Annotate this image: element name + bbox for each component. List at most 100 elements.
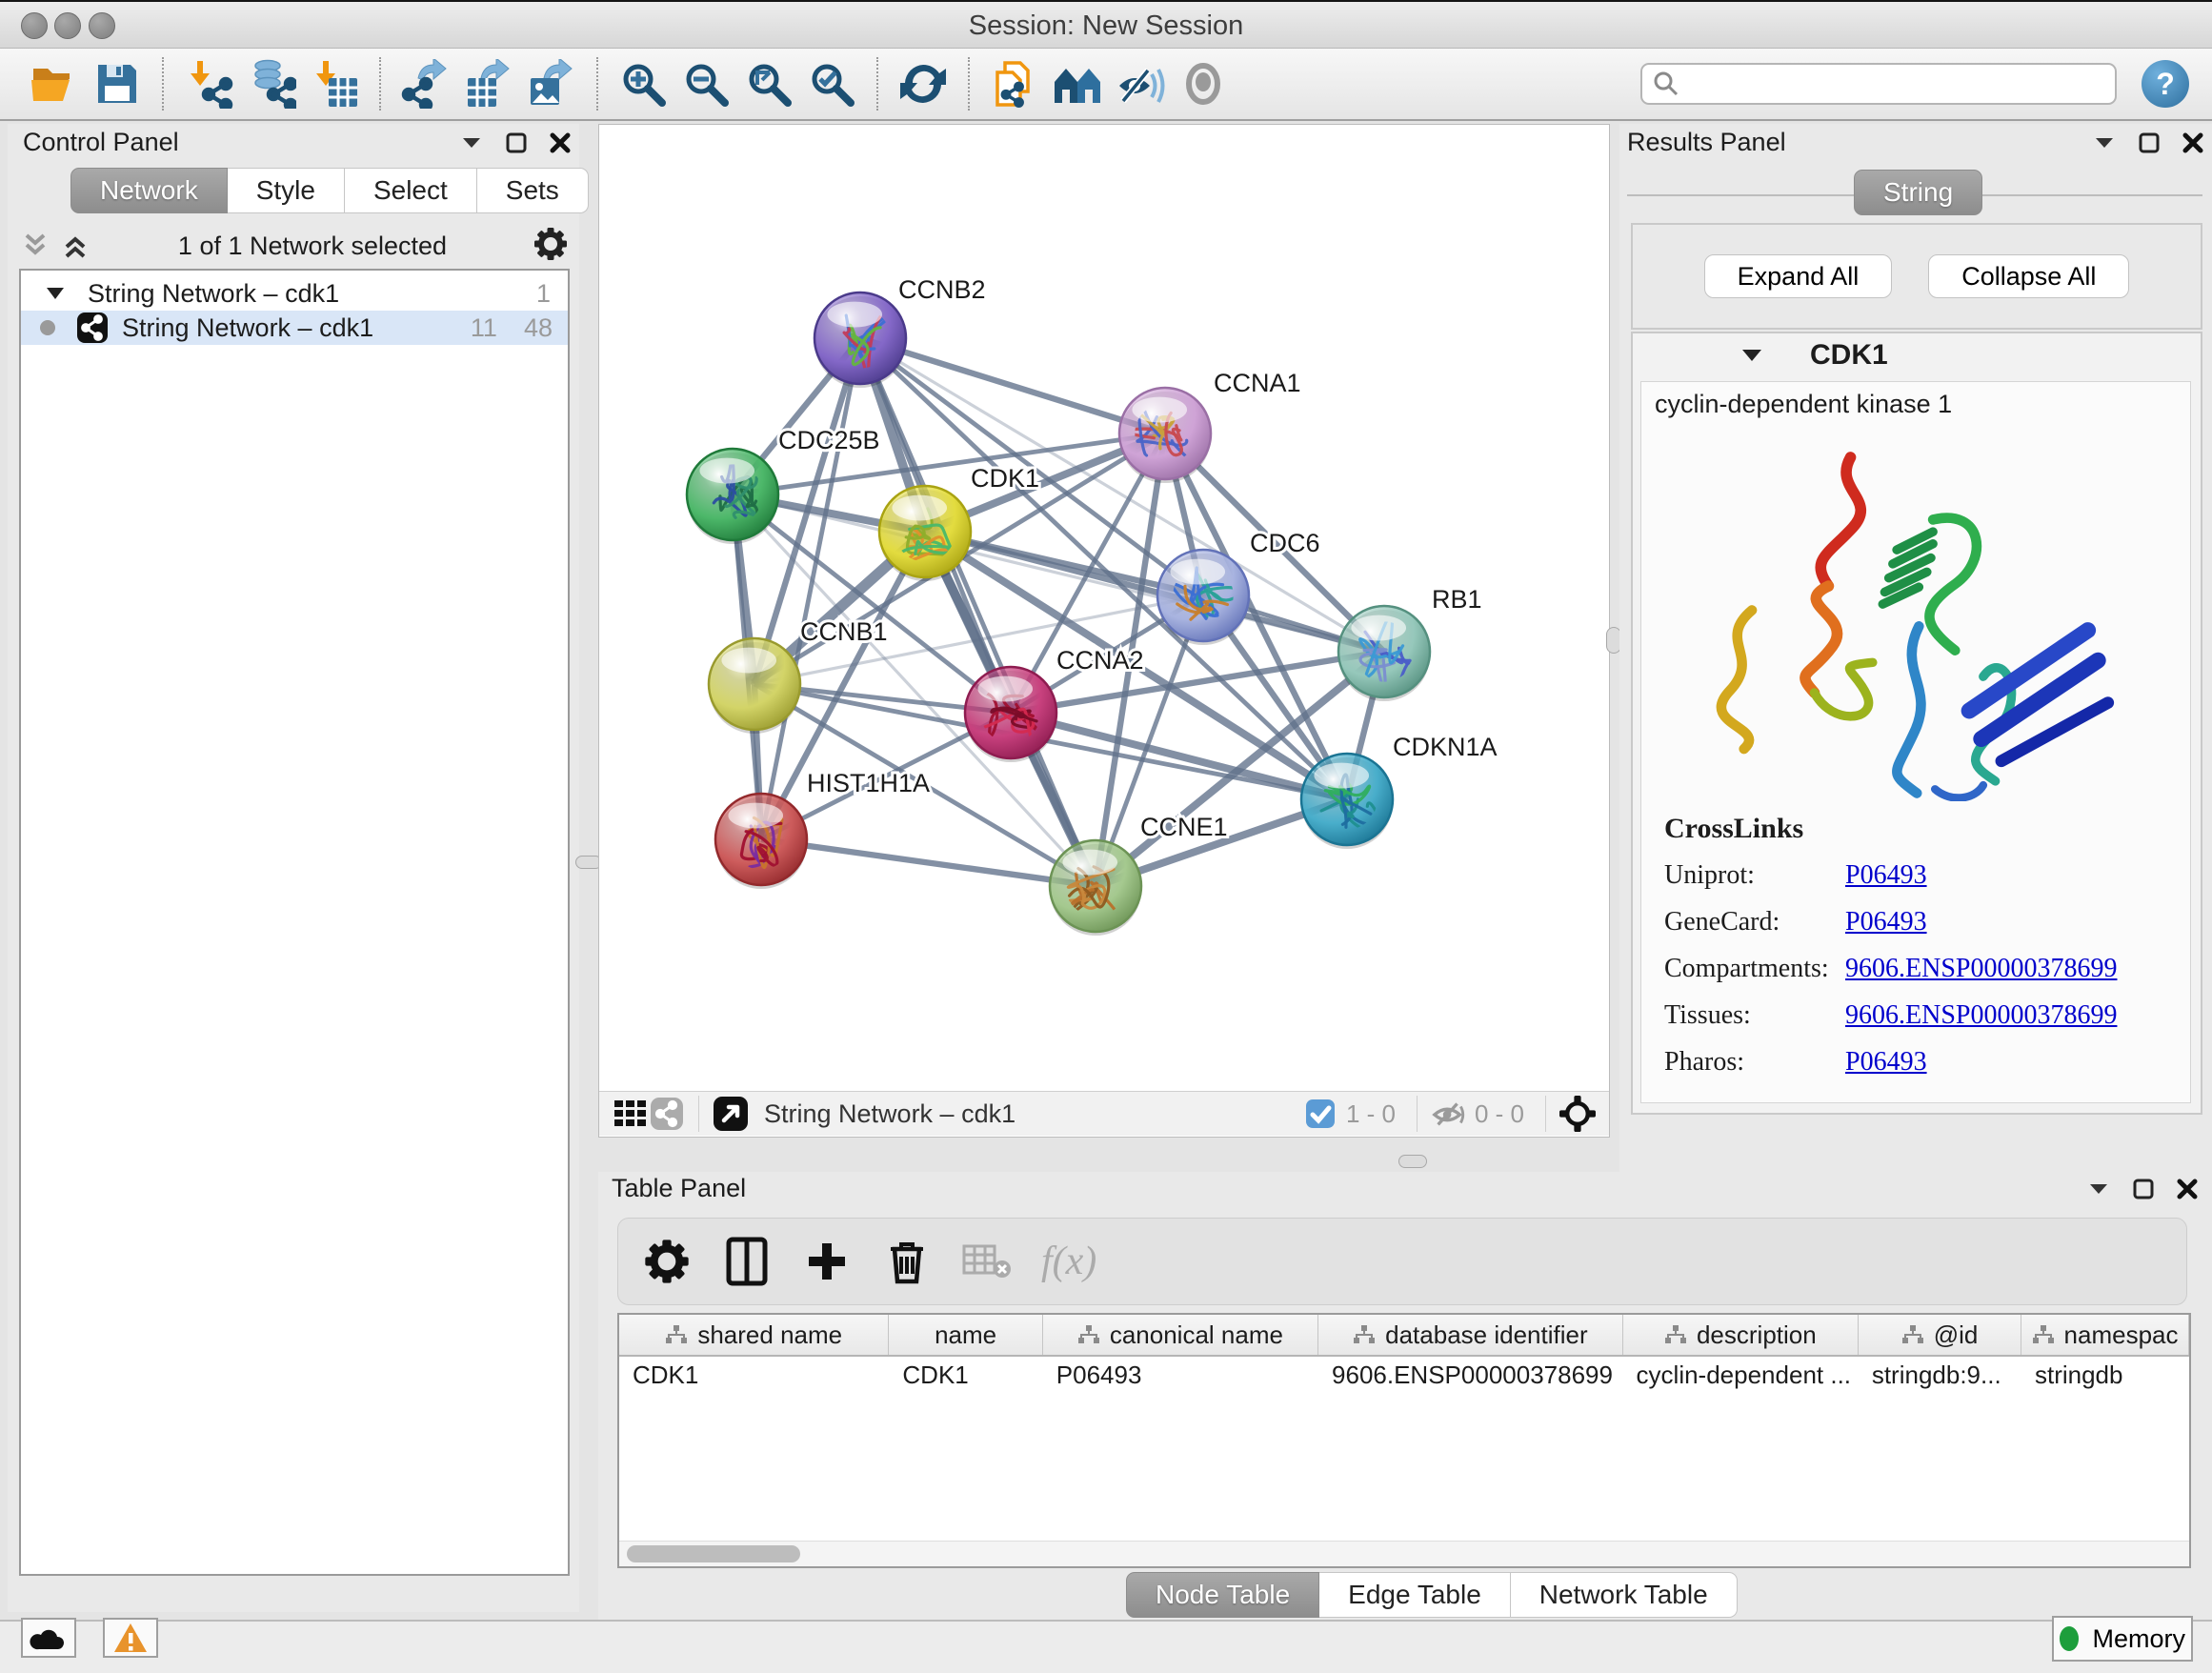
cell-description[interactable]: cyclin-dependent ...	[1623, 1361, 1859, 1390]
table-options-gear-icon[interactable]	[641, 1236, 693, 1287]
node-rb1[interactable]: RB1	[1338, 585, 1482, 701]
delete-column-trash-icon[interactable]	[881, 1236, 933, 1287]
network-options-gear-icon[interactable]	[533, 227, 568, 266]
cell-database-identifier[interactable]: 9606.ENSP00000378699	[1318, 1361, 1623, 1390]
memory-button[interactable]: Memory	[2052, 1616, 2193, 1662]
node-ccnb1[interactable]: CCNB1	[709, 617, 888, 734]
network-canvas[interactable]: CCNB2CCNA1CDC25BCDK1CDC6RB1CCNB1CCNA2CDK…	[599, 125, 1607, 1091]
new-network-from-selection-button[interactable]	[983, 54, 1046, 113]
tab-network-table[interactable]: Network Table	[1511, 1572, 1738, 1618]
zoom-in-button[interactable]	[612, 54, 674, 113]
export-network-button[interactable]	[394, 54, 457, 113]
add-column-icon[interactable]	[801, 1236, 853, 1287]
collapse-panel-icon[interactable]	[2086, 1177, 2111, 1201]
tab-select[interactable]: Select	[345, 168, 477, 213]
open-session-button[interactable]	[23, 54, 86, 113]
collapse-panel-icon[interactable]	[459, 131, 484, 155]
float-panel-icon[interactable]	[2138, 131, 2161, 154]
crosslink-link[interactable]: P06493	[1845, 860, 1927, 891]
crosslink-link[interactable]: P06493	[1845, 907, 1927, 937]
fit-selected-crosshair-icon[interactable]	[1559, 1096, 1596, 1132]
node-cdc25b[interactable]: CDC25B	[687, 426, 880, 544]
share-view-icon[interactable]	[649, 1096, 685, 1132]
grid-view-icon[interactable]	[613, 1096, 649, 1132]
import-network-from-file-button[interactable]	[177, 54, 240, 113]
tab-edge-table[interactable]: Edge Table	[1319, 1572, 1511, 1618]
column-header-canonical-name[interactable]: canonical name	[1043, 1315, 1318, 1355]
warnings-button[interactable]	[103, 1618, 158, 1658]
save-session-button[interactable]	[86, 54, 149, 113]
detach-view-icon[interactable]	[713, 1096, 749, 1132]
collapse-panel-icon[interactable]	[2092, 131, 2117, 155]
cell-@id[interactable]: stringdb:9...	[1859, 1361, 2021, 1390]
toolbar-separator	[968, 57, 970, 111]
column-header-description[interactable]: description	[1623, 1315, 1859, 1355]
tab-node-table[interactable]: Node Table	[1126, 1572, 1319, 1618]
refresh-button[interactable]	[892, 54, 955, 113]
close-panel-icon[interactable]	[2176, 1178, 2199, 1200]
node-hist1h1a[interactable]: HIST1H1A	[715, 769, 930, 889]
gene-header-row[interactable]: CDK1	[1633, 333, 2201, 377]
import-table-button[interactable]	[303, 54, 366, 113]
cell-canonical-name[interactable]: P06493	[1043, 1361, 1318, 1390]
search-input[interactable]	[1680, 69, 2084, 100]
edge-ccnb2-ccna1[interactable]	[860, 338, 1165, 433]
close-panel-icon[interactable]	[549, 131, 572, 154]
search-box[interactable]	[1640, 63, 2117, 105]
crosslink-link[interactable]: 9606.ENSP00000378699	[1845, 954, 2117, 984]
zoom-selected-button[interactable]	[800, 54, 863, 113]
node-ccna1[interactable]: CCNA1	[1119, 369, 1301, 483]
control-panel: Control Panel NetworkStyleSelectSets 1 o…	[8, 124, 579, 1612]
toolbar-separator	[876, 57, 878, 111]
export-table-button[interactable]	[457, 54, 520, 113]
selected-checkbox-icon[interactable]	[1302, 1096, 1338, 1132]
node-table[interactable]: shared namenamecanonical namedatabase id…	[617, 1313, 2191, 1568]
cloud-button[interactable]	[21, 1618, 76, 1658]
first-neighbors-button[interactable]	[1046, 54, 1109, 113]
table-row[interactable]: CDK1CDK1P064939606.ENSP00000378699cyclin…	[619, 1357, 2189, 1393]
cell-shared-name[interactable]: CDK1	[619, 1361, 889, 1390]
cell-name[interactable]: CDK1	[889, 1361, 1042, 1390]
column-header-name[interactable]: name	[889, 1315, 1042, 1355]
node-ccne1[interactable]: CCNE1	[1050, 813, 1228, 936]
node-label-ccnb1: CCNB1	[800, 617, 888, 646]
crosslink-link[interactable]: P06493	[1845, 1047, 1927, 1078]
help-button[interactable]: ?	[2142, 60, 2189, 108]
cell-namespac[interactable]: stringdb	[2021, 1361, 2189, 1390]
tab-sets[interactable]: Sets	[477, 168, 589, 213]
zoom-fit-button[interactable]	[737, 54, 800, 113]
collection-expander-icon[interactable]	[44, 284, 67, 303]
show-hide-details-button[interactable]	[1109, 54, 1172, 113]
table-hscrollbar[interactable]	[619, 1541, 2189, 1566]
zoom-out-button[interactable]	[674, 54, 737, 113]
show-columns-icon[interactable]	[721, 1236, 773, 1287]
horizontal-splitter-grip[interactable]	[1398, 1155, 1427, 1168]
export-image-button[interactable]	[520, 54, 583, 113]
birdseye-view-button[interactable]	[1172, 54, 1235, 113]
expand-all-icon[interactable]	[59, 232, 91, 260]
collapse-all-button[interactable]: Collapse All	[1928, 254, 2129, 298]
column-header-shared-name[interactable]: shared name	[619, 1315, 889, 1355]
tab-network[interactable]: Network	[70, 168, 228, 213]
edge-ccnb2-hist1h1a[interactable]	[761, 338, 860, 839]
collapse-all-icon[interactable]	[19, 232, 51, 260]
tab-style[interactable]: Style	[228, 168, 345, 213]
hscrollbar-thumb[interactable]	[627, 1545, 800, 1562]
column-header-namespac[interactable]: namespac	[2021, 1315, 2189, 1355]
import-network-from-database-button[interactable]	[240, 54, 303, 113]
gene-expander-icon[interactable]	[1739, 344, 1764, 367]
network-row[interactable]: String Network – cdk1 11 48	[21, 311, 568, 345]
crosslink-link[interactable]: 9606.ENSP00000378699	[1845, 1000, 2117, 1031]
float-panel-icon[interactable]	[2132, 1178, 2155, 1200]
close-panel-icon[interactable]	[2182, 131, 2204, 154]
column-header-@id[interactable]: @id	[1859, 1315, 2021, 1355]
network-collection-row[interactable]: String Network – cdk1 1	[21, 276, 568, 311]
collection-count: 1	[536, 279, 551, 309]
tab-string[interactable]: String	[1854, 170, 1982, 215]
column-header-database-identifier[interactable]: database identifier	[1318, 1315, 1623, 1355]
node-cdkn1a[interactable]: CDKN1A	[1301, 733, 1498, 849]
float-panel-icon[interactable]	[505, 131, 528, 154]
delete-table-icon	[961, 1236, 1013, 1287]
edge-hist1h1a-ccne1[interactable]	[761, 839, 1096, 886]
expand-all-button[interactable]: Expand All	[1704, 254, 1893, 298]
